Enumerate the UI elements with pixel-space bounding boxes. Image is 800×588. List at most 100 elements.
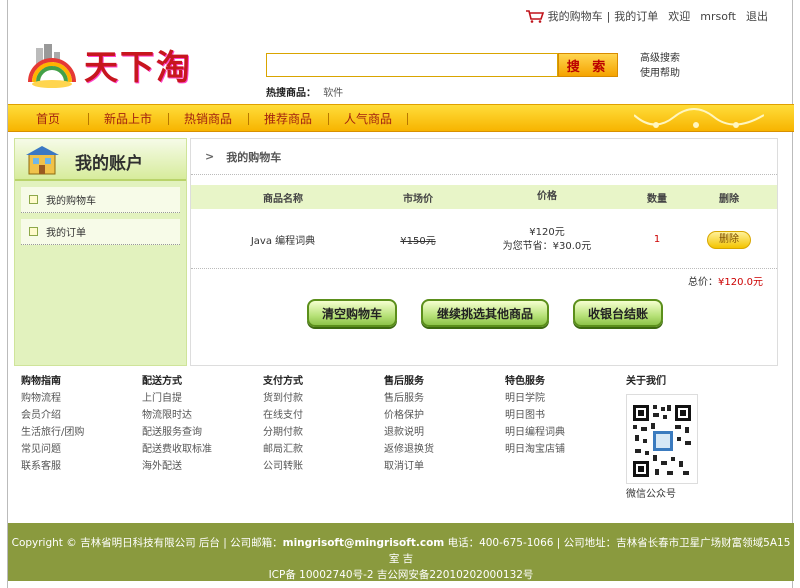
- col-price: 价格: [537, 191, 557, 202]
- footer-link[interactable]: 返修退换货: [384, 441, 505, 458]
- footer-link[interactable]: 取消订单: [384, 458, 505, 475]
- footer-link[interactable]: 配送服务查询: [142, 424, 263, 441]
- footer-col-title: 关于我们: [626, 376, 666, 387]
- contact-text: 电话：400-675-1066 | 公司地址：吉林省长春市卫星广场财富领域5A1…: [388, 537, 791, 565]
- market-price: ¥150元: [400, 236, 436, 247]
- sidebar-item-cart[interactable]: 我的购物车: [21, 187, 180, 213]
- table-row: Java 编程词典 ¥150元 ¥120元 为您节省：¥30.0元 1 删除: [191, 211, 777, 269]
- footer-link[interactable]: 售后服务: [384, 390, 505, 407]
- footer-link[interactable]: 联系客服: [21, 458, 142, 475]
- footer-col-title: 售后服务: [384, 376, 424, 387]
- footer-col-title: 配送方式: [142, 376, 182, 387]
- col-market: 市场价: [403, 193, 433, 205]
- clear-cart-button[interactable]: 清空购物车: [307, 299, 397, 327]
- continue-shopping-button[interactable]: 继续挑选其他商品: [421, 299, 549, 327]
- bullet-icon: [29, 227, 38, 236]
- breadcrumb: > 我的购物车: [191, 139, 777, 175]
- footer-link[interactable]: 上门自提: [142, 390, 263, 407]
- footer-col-delivery: 配送方式 上门自提 物流限时达 配送服务查询 配送费收取标准 海外配送: [142, 373, 263, 503]
- search-extra-links: 高级搜索 使用帮助: [640, 51, 680, 81]
- product-name[interactable]: Java 编程词典: [191, 232, 375, 247]
- cart-icon: [525, 10, 544, 23]
- welcome-text: 欢迎: [668, 10, 691, 23]
- username: mrsoft: [700, 9, 736, 23]
- bullet-icon: [29, 195, 38, 204]
- footer-link[interactable]: 明日淘宝店铺: [505, 441, 626, 458]
- search-input[interactable]: [266, 53, 558, 77]
- search-button[interactable]: 搜 索: [558, 53, 618, 77]
- footer-link[interactable]: 明日编程词典: [505, 424, 626, 441]
- qr-caption: 微信公众号: [626, 489, 676, 500]
- toplinks-separator: |: [606, 9, 611, 23]
- page-title: 我的购物车: [226, 150, 282, 164]
- cart-panel: > 我的购物车 商品名称 市场价 价格 数量 删除 Java 编程词典 ¥150…: [190, 138, 778, 366]
- copyright-line-2: ICP备 10002740号-2 吉公网安备22010202000132号: [268, 569, 534, 581]
- sidebar-item-label: 我的订单: [46, 228, 86, 239]
- footer-links: 购物指南 购物流程 会员介绍 生活旅行/团购 常见问题 联系客服 配送方式 上门…: [21, 373, 781, 503]
- nav-recommend[interactable]: 推荐商品: [248, 105, 328, 131]
- nav-new[interactable]: 新品上市: [88, 105, 168, 131]
- footer-link[interactable]: 分期付款: [263, 424, 384, 441]
- total-price: 总价：¥120.0元: [688, 273, 763, 288]
- nav-decoration-icon: [634, 108, 764, 128]
- footer-col-aftersales: 售后服务 售后服务 价格保护 退款说明 返修退换货 取消订单: [384, 373, 505, 503]
- qr-code: [626, 394, 698, 484]
- footer-link[interactable]: 常见问题: [21, 441, 142, 458]
- my-cart-link[interactable]: 我的购物车: [548, 8, 603, 24]
- footer-col-title: 购物指南: [21, 376, 61, 387]
- sidebar-item-orders[interactable]: 我的订单: [21, 219, 180, 245]
- footer-link[interactable]: 在线支付: [263, 407, 384, 424]
- footer-col-title: 特色服务: [505, 376, 545, 387]
- quantity: 1: [653, 234, 661, 245]
- delete-button[interactable]: 删除: [707, 230, 751, 249]
- hot-search-item[interactable]: 软件: [323, 88, 343, 99]
- footer-col-title: 支付方式: [263, 376, 303, 387]
- footer-link[interactable]: 明日图书: [505, 407, 626, 424]
- footer-col-special: 特色服务 明日学院 明日图书 明日编程词典 明日淘宝店铺: [505, 373, 626, 503]
- logo-rainbow-icon: [28, 44, 76, 88]
- footer-link[interactable]: 购物流程: [21, 390, 142, 407]
- footer-link[interactable]: 价格保护: [384, 407, 505, 424]
- advanced-search-link[interactable]: 高级搜索: [640, 51, 680, 66]
- sidebar-item-label: 我的购物车: [46, 196, 96, 207]
- delete-cell: 删除: [681, 230, 777, 249]
- hot-search-label: 热搜商品：: [266, 88, 316, 99]
- footer-link[interactable]: 明日学院: [505, 390, 626, 407]
- help-link[interactable]: 使用帮助: [640, 66, 680, 81]
- footer-link[interactable]: 公司转账: [263, 458, 384, 475]
- footer-link[interactable]: 物流限时达: [142, 407, 263, 424]
- search-bar: 搜 索: [266, 53, 618, 77]
- copyright-line-1: Copyright © 吉林省明日科技有限公司 后台 | 公司邮箱：mingri…: [8, 535, 794, 567]
- house-icon: [26, 146, 59, 175]
- cart-link[interactable]: 我的购物车: [525, 8, 603, 24]
- page-frame: 我的购物车 | 我的订单 欢迎 mrsoft 退出 天下淘 搜 索 热搜商品： …: [7, 0, 794, 588]
- checkout-button[interactable]: 收银台结账: [573, 299, 663, 327]
- site-logo[interactable]: 天下淘: [26, 38, 216, 88]
- breadcrumb-arrow: >: [205, 150, 215, 163]
- total-label: 总价：: [688, 277, 718, 288]
- my-orders-link[interactable]: 我的订单: [614, 8, 658, 24]
- col-name: 商品名称: [263, 193, 303, 205]
- col-qty: 数量: [647, 193, 667, 205]
- company-email[interactable]: mingrisoft@mingrisoft.com: [283, 537, 445, 549]
- qr-code-icon: [631, 399, 693, 479]
- nav-hot[interactable]: 热销商品: [168, 105, 248, 131]
- nav-popular[interactable]: 人气商品: [328, 105, 408, 131]
- col-delete: 删除: [719, 193, 739, 205]
- footer-col-guide: 购物指南 购物流程 会员介绍 生活旅行/团购 常见问题 联系客服: [21, 373, 142, 503]
- main-nav: 首页 新品上市 热销商品 推荐商品 人气商品: [8, 104, 794, 132]
- footer-link[interactable]: 邮局汇款: [263, 441, 384, 458]
- savings: 为您节省：¥30.0元: [502, 240, 592, 252]
- cart-table-header: 商品名称 市场价 价格 数量 删除: [191, 185, 777, 209]
- account-sidebar: 我的账户 我的购物车 我的订单: [14, 138, 187, 366]
- copyright-text: Copyright © 吉林省明日科技有限公司 后台 | 公司邮箱：: [11, 537, 283, 549]
- footer-link[interactable]: 配送费收取标准: [142, 441, 263, 458]
- nav-home[interactable]: 首页: [8, 105, 88, 131]
- footer-link[interactable]: 会员介绍: [21, 407, 142, 424]
- footer-link[interactable]: 海外配送: [142, 458, 263, 475]
- footer-link[interactable]: 退款说明: [384, 424, 505, 441]
- hot-search: 热搜商品： 软件: [266, 84, 343, 99]
- footer-link[interactable]: 货到付款: [263, 390, 384, 407]
- logout-link[interactable]: 退出: [746, 8, 768, 24]
- footer-link[interactable]: 生活旅行/团购: [21, 424, 142, 441]
